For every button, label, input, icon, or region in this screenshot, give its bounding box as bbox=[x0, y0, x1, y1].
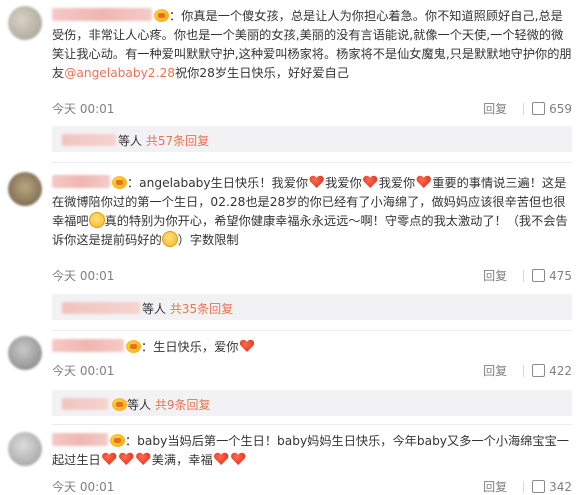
divider-line bbox=[52, 162, 572, 163]
smile-emoji-icon bbox=[161, 231, 178, 247]
comment-body-end: 祝你28岁生日快乐，好好爱自己 bbox=[174, 66, 349, 80]
reply-button[interactable]: 回复 bbox=[483, 269, 507, 283]
avatar[interactable] bbox=[8, 172, 42, 206]
comment-body-2: 我爱你 bbox=[325, 176, 362, 190]
vip-badge-icon bbox=[112, 398, 127, 411]
like-count[interactable]: 659 bbox=[549, 102, 572, 116]
sub-reply-count[interactable]: 共9条回复 bbox=[155, 398, 211, 412]
heart-emoji-icon bbox=[363, 175, 378, 189]
comment-body: ：angelababy生日快乐！我爱你 bbox=[127, 176, 309, 190]
vip-badge-icon bbox=[110, 434, 125, 447]
timestamp: 今天 00:01 bbox=[52, 269, 115, 283]
sub-replies-bar[interactable]: 等人 共57条回复 bbox=[52, 126, 572, 152]
sub-replies-bar[interactable]: 等人 共35条回复 bbox=[52, 294, 572, 320]
avatar[interactable] bbox=[8, 6, 42, 40]
like-count[interactable]: 475 bbox=[549, 269, 572, 283]
smile-emoji-icon bbox=[88, 212, 105, 228]
timestamp: 今天 00:01 bbox=[52, 480, 115, 494]
vip-badge-icon bbox=[154, 9, 169, 22]
comment-body-5: 真的特别为你开心，希望你健康幸福永永远远～啊！守零点的我太激动了！（我不会告诉你… bbox=[52, 214, 568, 247]
sub-reply-count[interactable]: 共35条回复 bbox=[170, 302, 233, 316]
thumbs-up-icon[interactable] bbox=[532, 480, 546, 493]
sub-reply-username bbox=[62, 302, 140, 314]
comment-text: ：angelababy生日快乐！我爱你 我爱你 我爱你 重要的事情说三遍！这是在微博陪… bbox=[52, 174, 572, 250]
thumbs-up-icon[interactable] bbox=[532, 102, 546, 115]
username[interactable] bbox=[52, 433, 108, 446]
divider-line bbox=[52, 330, 572, 331]
sub-reply-username bbox=[62, 134, 116, 146]
username[interactable] bbox=[52, 175, 110, 188]
sub-reply-label: 等人 bbox=[118, 134, 143, 148]
sub-reply-username bbox=[62, 398, 108, 410]
comment-actions: 回复 342 bbox=[483, 478, 572, 495]
reply-button[interactable]: 回复 bbox=[483, 480, 507, 494]
sub-reply-label: 等人 bbox=[127, 398, 152, 412]
comment-body-6: ）字数限制 bbox=[177, 233, 239, 247]
divider bbox=[523, 270, 525, 282]
mention-link[interactable]: @angelababy2.28 bbox=[64, 66, 175, 80]
reply-button[interactable]: 回复 bbox=[483, 102, 507, 116]
avatar[interactable] bbox=[8, 432, 42, 466]
comment-text: ：生日快乐，爱你 bbox=[52, 338, 572, 357]
comment-text: ：你真是一个傻女孩，总是让人为你担心着急。你不知道照顾好自己,总是受伤，非常让人… bbox=[52, 7, 572, 83]
sub-replies-bar[interactable]: 等人 共9条回复 bbox=[52, 390, 572, 416]
sub-reply-label: 等人 bbox=[142, 302, 167, 316]
comment-body: ：baby当妈后第一个生日！baby妈妈生日快乐，今年baby又多一个小海绵宝宝… bbox=[52, 434, 569, 467]
heart-emoji-icon bbox=[231, 452, 246, 466]
comment-body: ：生日快乐，爱你 bbox=[141, 340, 239, 354]
heart-emoji-icon bbox=[119, 452, 134, 466]
thumbs-up-icon[interactable] bbox=[532, 364, 546, 377]
comment-body-2: 美满，幸福 bbox=[151, 453, 213, 467]
divider-line bbox=[52, 424, 572, 425]
comment-actions: 回复 659 bbox=[483, 100, 572, 117]
divider bbox=[523, 481, 525, 493]
comment-text: ：baby当妈后第一个生日！baby妈妈生日快乐，今年baby又多一个小海绵宝宝… bbox=[52, 432, 572, 470]
thumbs-up-icon[interactable] bbox=[532, 269, 546, 282]
vip-badge-icon bbox=[112, 176, 127, 189]
reply-button[interactable]: 回复 bbox=[483, 364, 507, 378]
comment-actions: 回复 422 bbox=[483, 362, 572, 379]
vip-badge-icon bbox=[126, 340, 141, 353]
divider bbox=[523, 365, 525, 377]
heart-emoji-icon bbox=[309, 175, 324, 189]
comment-body-3: 我爱你 bbox=[378, 176, 416, 190]
username[interactable] bbox=[52, 8, 152, 21]
heart-emoji-icon bbox=[240, 339, 255, 353]
username[interactable] bbox=[52, 339, 124, 352]
like-count[interactable]: 342 bbox=[549, 480, 572, 494]
heart-emoji-icon bbox=[416, 175, 431, 189]
like-count[interactable]: 422 bbox=[549, 364, 572, 378]
heart-emoji-icon bbox=[214, 452, 229, 466]
comment-actions: 回复 475 bbox=[483, 267, 572, 284]
timestamp: 今天 00:01 bbox=[52, 102, 115, 116]
sub-reply-count[interactable]: 共57条回复 bbox=[146, 134, 209, 148]
divider bbox=[523, 103, 525, 115]
heart-emoji-icon bbox=[136, 452, 151, 466]
avatar[interactable] bbox=[8, 336, 42, 370]
timestamp: 今天 00:01 bbox=[52, 364, 115, 378]
heart-emoji-icon bbox=[102, 452, 117, 466]
